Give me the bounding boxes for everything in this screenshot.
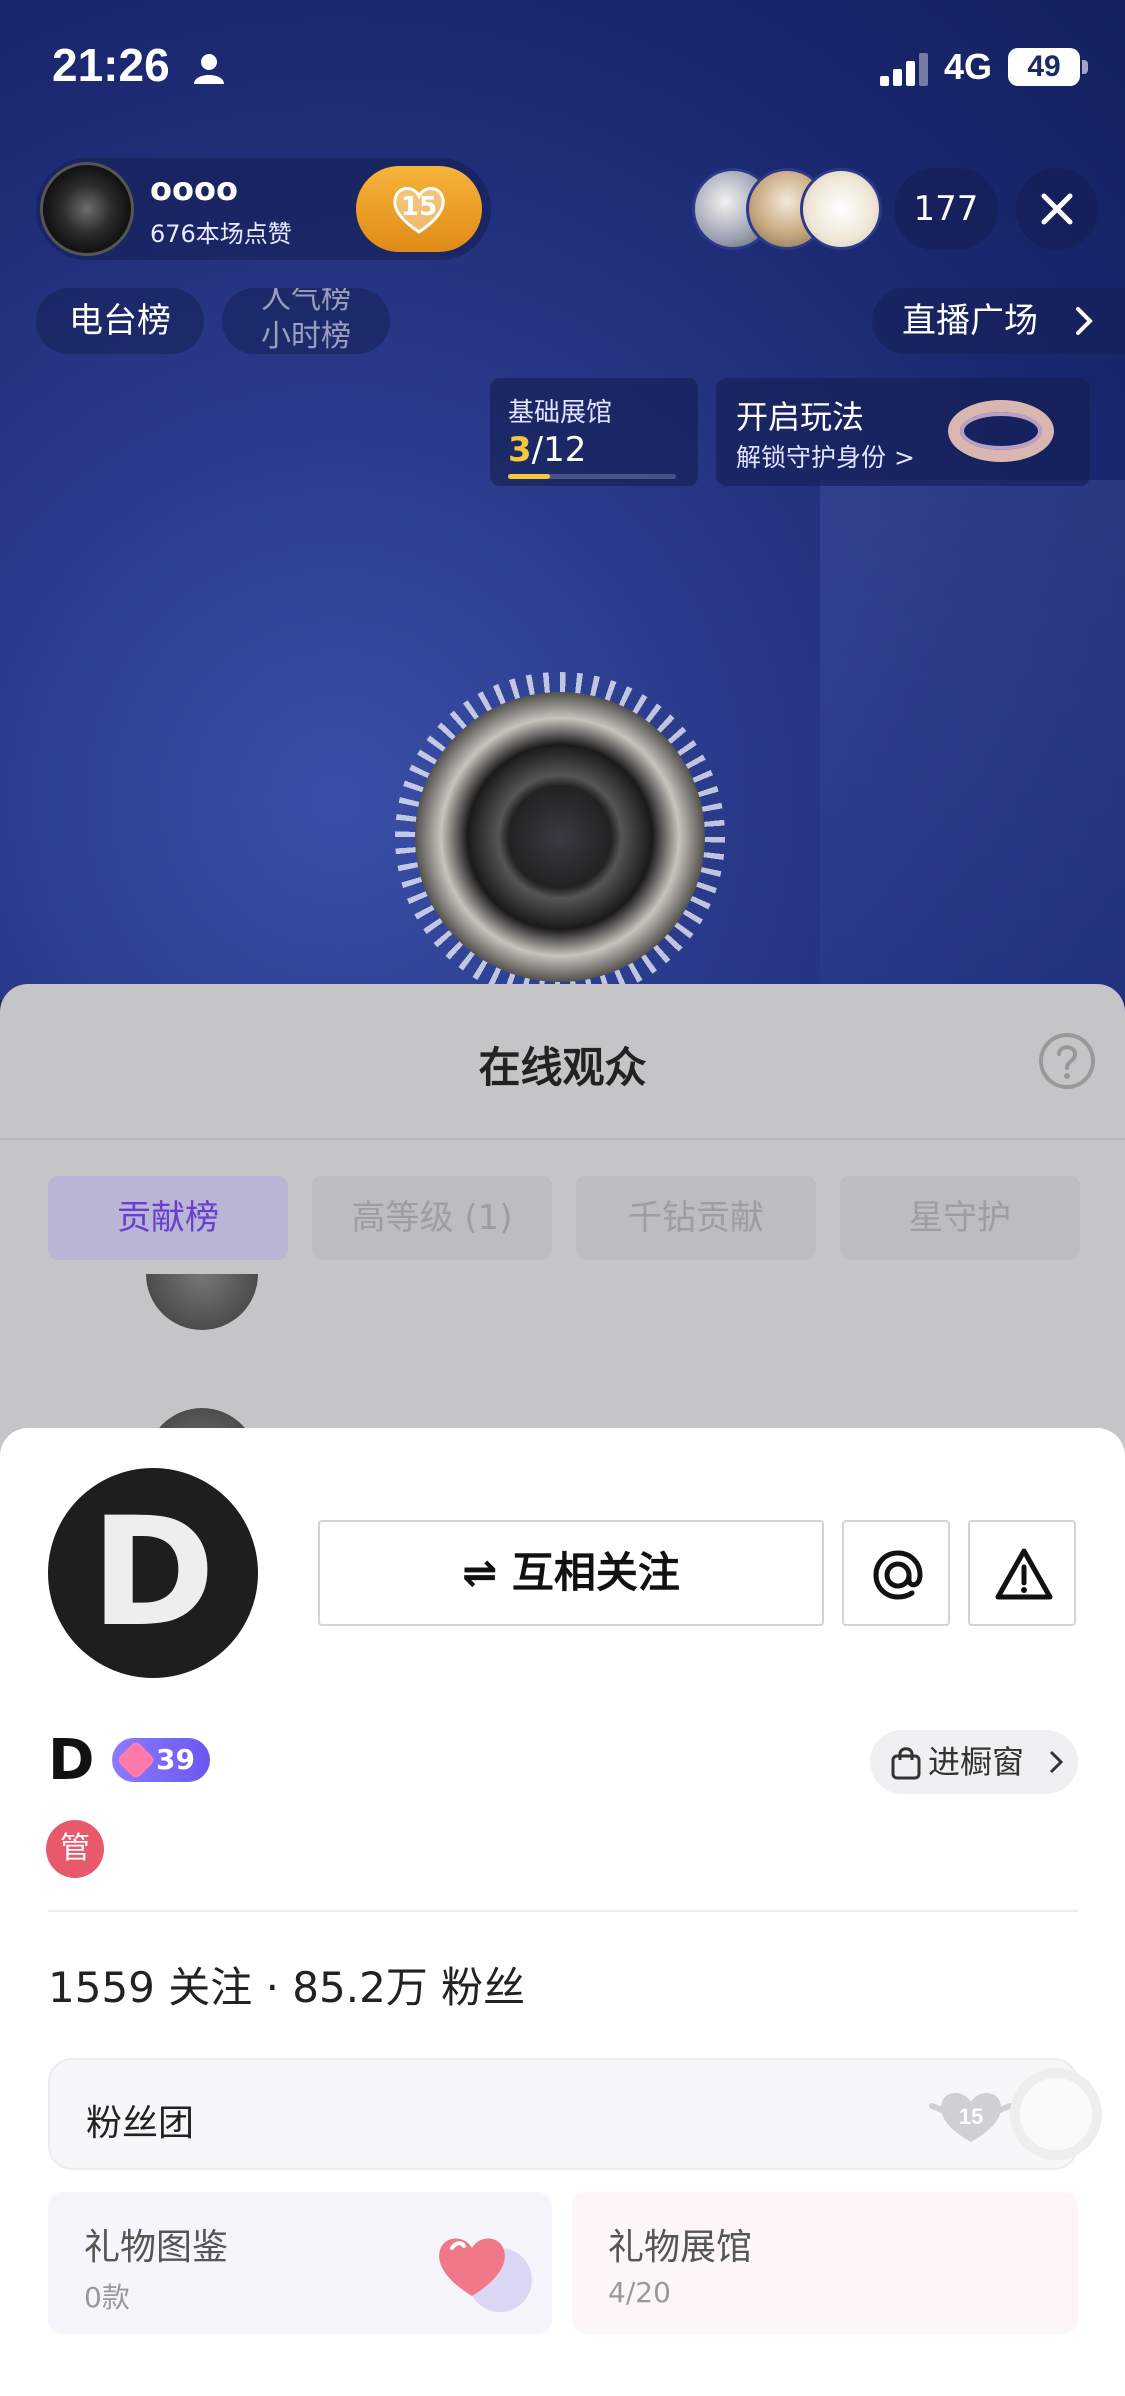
close-button[interactable]	[1016, 168, 1098, 250]
play-title: 开启玩法	[736, 398, 865, 436]
avatar-letter: D	[90, 1486, 216, 1660]
play-subtitle: 解锁守护身份 >	[736, 443, 915, 472]
username: D	[48, 1728, 95, 1793]
user-icon	[194, 54, 224, 84]
divider	[0, 1138, 1125, 1140]
heart-balloon-icon	[439, 2238, 505, 2296]
top-viewers[interactable]	[692, 168, 882, 250]
tab-contribution[interactable]: 贡献榜	[48, 1176, 288, 1260]
host-likes: 676本场点赞	[150, 220, 292, 248]
chevron-right-icon	[1049, 1750, 1064, 1774]
basic-museum-card[interactable]: 基础展馆 3/12	[490, 378, 698, 486]
divider	[48, 1910, 1078, 1912]
bag-icon	[891, 1747, 921, 1780]
start-play-card[interactable]: 开启玩法 解锁守护身份 >	[716, 378, 1090, 486]
host-avatar[interactable]	[40, 162, 134, 256]
status-bar: 21:26 4G 49	[0, 0, 1125, 140]
fan-level: 15	[400, 192, 438, 222]
host-info[interactable]: oooo 676本场点赞 15	[36, 158, 491, 260]
signal-icon	[880, 53, 928, 86]
host-avatar-large	[415, 692, 705, 982]
gift-catalog-title: 礼物图鉴	[84, 2227, 229, 2268]
radio-rank-tag[interactable]: 电台榜	[36, 288, 204, 354]
live-plaza-label: 直播广场	[902, 301, 1038, 341]
gift-catalog-card[interactable]: 礼物图鉴 0款	[48, 2192, 552, 2334]
status-time: 21:26	[52, 39, 170, 91]
hourly-rank-label: 小时榜	[261, 319, 351, 354]
tab-star-guard[interactable]: 星守护	[840, 1176, 1080, 1260]
popularity-rank-label: 人气榜	[261, 288, 351, 316]
network-type: 4G	[944, 46, 993, 87]
host-name: oooo	[150, 170, 238, 208]
background-light	[820, 480, 1125, 1000]
battery-tip	[1082, 60, 1088, 74]
svg-text:15: 15	[959, 2104, 983, 2129]
viewer-count[interactable]: 177	[894, 168, 998, 250]
ring-image	[948, 400, 1054, 462]
follow-stats[interactable]: 1559 关注 · 85.2万 粉丝	[48, 1954, 525, 2015]
fan-club-emblem	[1010, 2068, 1102, 2160]
mention-button[interactable]	[842, 1520, 950, 1626]
museum-progress: 3/12	[508, 430, 587, 470]
shop-window-button[interactable]: 进橱窗	[870, 1730, 1078, 1794]
avatar[interactable]: D	[48, 1468, 258, 1678]
fan-club-label: 粉丝团	[86, 2103, 195, 2144]
report-button[interactable]	[968, 1520, 1076, 1626]
museum-progress-bar	[508, 474, 676, 479]
tab-high-level[interactable]: 高等级 (1)	[312, 1176, 552, 1260]
gift-museum-card[interactable]: 礼物展馆 4/20	[572, 2192, 1078, 2334]
shop-label: 进橱窗	[928, 1743, 1025, 1781]
tab-diamond-contribution[interactable]: 千钻贡献	[576, 1176, 816, 1260]
gift-museum-title: 礼物展馆	[608, 2227, 753, 2268]
gem-icon	[116, 1740, 156, 1780]
warning-icon	[995, 1548, 1053, 1600]
rank-ticker[interactable]: 人气榜 小时榜	[222, 288, 390, 354]
at-icon	[873, 1550, 923, 1600]
level-badge: 39	[112, 1738, 210, 1782]
chevron-right-icon	[1076, 307, 1093, 335]
user-profile-card: D ⇌ 互相关注 D 39 进橱窗 管 1559 关注 · 85.2万 粉丝 粉…	[0, 1428, 1125, 2396]
fan-club-row[interactable]: 粉丝团 15	[48, 2058, 1102, 2170]
help-icon[interactable]	[1038, 1032, 1096, 1090]
battery-icon: 49	[1008, 48, 1080, 86]
fan-club-button[interactable]: 15	[356, 166, 482, 252]
sheet-title: 在线观众	[478, 1043, 647, 1092]
viewer-avatar[interactable]	[800, 168, 882, 250]
mutual-follow-button[interactable]: ⇌ 互相关注	[318, 1520, 824, 1626]
host-speaking-avatar[interactable]	[395, 672, 725, 1002]
museum-title: 基础展馆	[508, 398, 613, 428]
gift-catalog-count: 0款	[84, 2281, 130, 2314]
close-icon	[1041, 193, 1073, 225]
admin-badge: 管	[46, 1820, 104, 1878]
live-plaza-button[interactable]: 直播广场	[872, 288, 1125, 354]
gift-museum-count: 4/20	[608, 2276, 671, 2309]
heart-icon: 15	[929, 2093, 1013, 2142]
